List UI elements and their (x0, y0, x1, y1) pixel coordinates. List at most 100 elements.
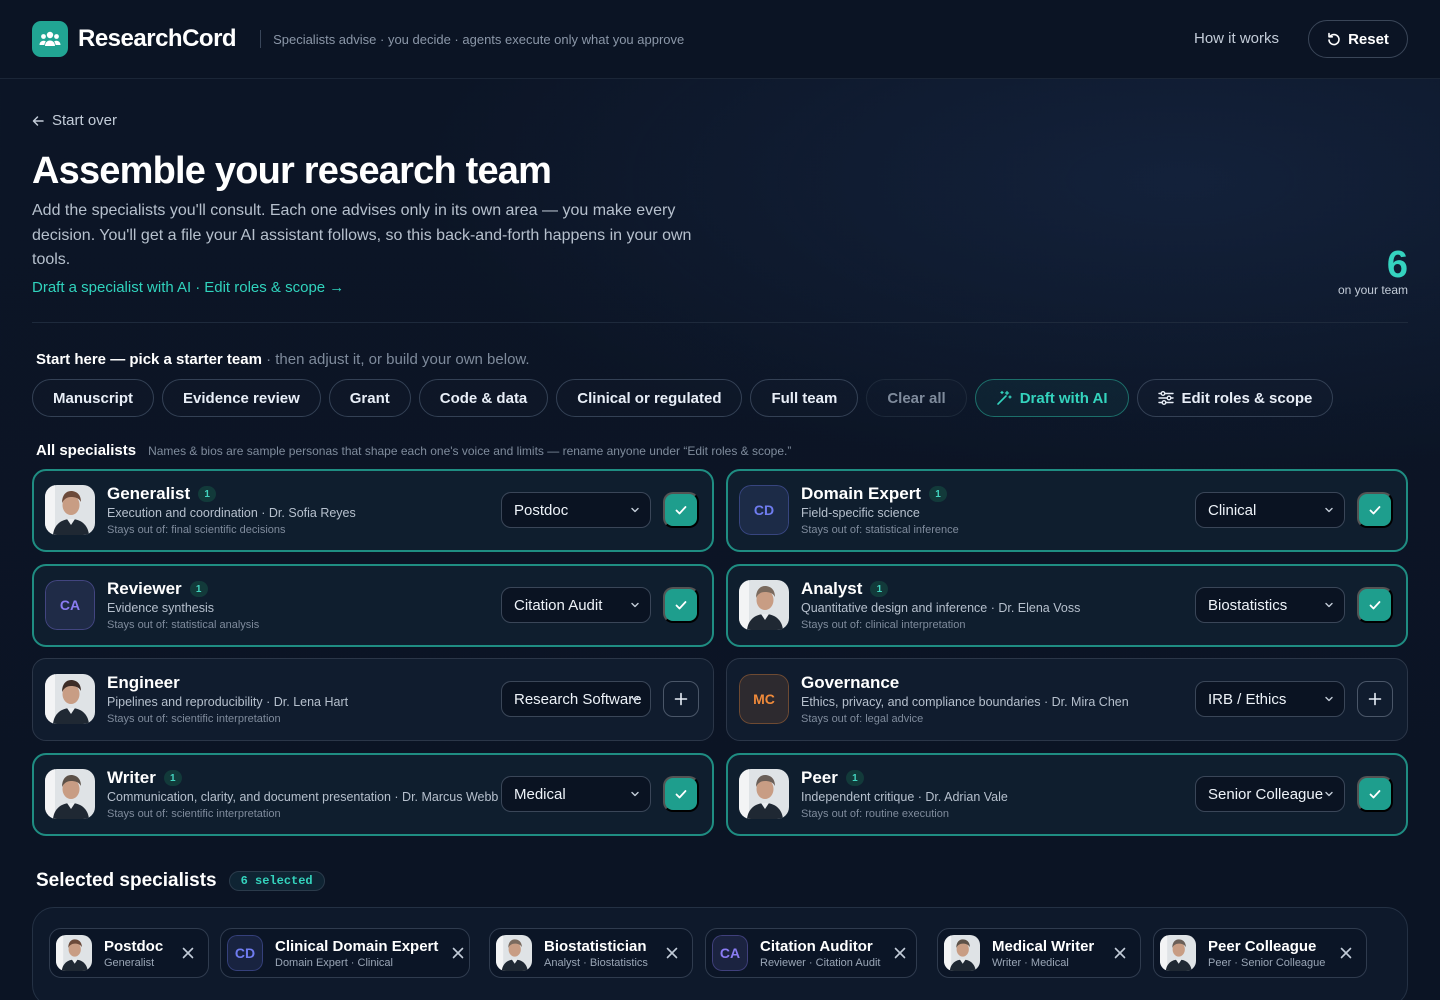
specialist-title: Governance (801, 673, 899, 693)
check-icon (675, 601, 687, 610)
avatar: CA (712, 935, 748, 971)
arrow-left-icon (32, 115, 44, 126)
section-divider (32, 322, 1408, 323)
specialist-role: Reviewer (107, 579, 182, 598)
specialist-card[interactable]: Peer 1 Independent critique · Dr. Adrian V… (726, 753, 1408, 836)
check-icon (1369, 601, 1381, 610)
specialist-title: Generalist 1 (107, 484, 217, 504)
avatar: CA (45, 580, 95, 630)
selected-toggle-button[interactable] (1357, 492, 1393, 528)
variant-select[interactable]: Postdoc (501, 492, 651, 528)
specialist-description: Execution and coordination · Dr. Sofia R… (107, 506, 356, 520)
specialist-description: Ethics, privacy, and compliance boundari… (801, 695, 1129, 709)
specialist-card[interactable]: CA Reviewer 1 Evidence synthesis Stays out o… (32, 564, 714, 647)
sliders-icon (1157, 391, 1174, 405)
specialist-title: Domain Expert 1 (801, 484, 947, 504)
starter-manuscript[interactable]: Manuscript (32, 379, 155, 417)
specialist-description: Quantitative design and inference · Dr. … (801, 601, 1081, 615)
remove-chip-button[interactable] (1326, 947, 1352, 959)
specialist-stays-out: Stays out of: scientific interpretation (107, 808, 281, 820)
starter-code-data[interactable]: Code & data (418, 379, 549, 417)
variant-select[interactable]: IRB / Ethics (1195, 681, 1345, 717)
specialist-role: Domain Expert (801, 484, 921, 503)
logo-people-icon[interactable] (32, 21, 68, 57)
remove-chip-button[interactable] (438, 947, 464, 959)
count-badge: 1 (928, 486, 947, 502)
variant-select[interactable]: Medical (501, 776, 651, 812)
variant-value: Senior Colleague (1208, 785, 1324, 803)
variant-select[interactable]: Citation Audit (501, 587, 651, 623)
close-icon (453, 947, 464, 959)
specialist-card[interactable]: Writer 1 Communication, clarity, and docum… (32, 753, 714, 836)
selected-count-badge: 6 selected (228, 871, 325, 891)
edit-roles-button[interactable]: Edit roles & scope (1136, 379, 1334, 417)
avatar: MC (739, 674, 789, 724)
chip-subtitle: Reviewer · Citation Audit (760, 956, 881, 969)
specialist-stays-out: Stays out of: scientific interpretation (107, 713, 281, 725)
remove-chip-button[interactable] (880, 947, 906, 959)
chevron-down-icon (1325, 696, 1333, 702)
selected-toggle-button[interactable] (663, 776, 699, 812)
specialist-role: Analyst (801, 579, 863, 598)
selected-toggle-button[interactable] (1357, 776, 1393, 812)
add-specialist-button[interactable] (663, 681, 699, 717)
selected-toggle-button[interactable] (663, 492, 699, 528)
specialist-title: Reviewer 1 (107, 579, 208, 599)
check-icon (675, 506, 687, 515)
variant-select[interactable]: Research Software (501, 681, 651, 717)
variant-select[interactable]: Senior Colleague (1195, 776, 1345, 812)
specialist-stays-out: Stays out of: legal advice (801, 713, 924, 725)
start-over-label: Start over (52, 112, 118, 129)
close-icon (1114, 947, 1126, 959)
variant-value: Citation Audit (514, 596, 603, 614)
selected-chip: Biostatistician Analyst · Biostatistics (489, 928, 693, 978)
how-it-works-link[interactable]: How it works (1194, 30, 1279, 47)
starter-grant[interactable]: Grant (328, 379, 411, 417)
variant-value: Biostatistics (1208, 596, 1288, 614)
specialist-card[interactable]: Generalist 1 Execution and coordination · … (32, 469, 714, 552)
chip-subtitle: Writer · Medical (992, 956, 1069, 969)
chevron-down-icon (1325, 602, 1333, 608)
clear-all-button[interactable]: Clear all (866, 379, 967, 417)
selected-toggle-button[interactable] (1357, 587, 1393, 623)
chevron-down-icon (631, 791, 639, 797)
chip-text: Clinical Domain Expert Domain Expert · Cl… (275, 938, 438, 969)
selected-chip: Medical Writer Writer · Medical (937, 928, 1141, 978)
specialist-card[interactable]: Engineer Pipelines and reproducibility · … (32, 658, 714, 741)
brand-name[interactable]: ResearchCord (78, 25, 237, 53)
remove-chip-button[interactable] (1100, 947, 1126, 959)
starter-clinical[interactable]: Clinical or regulated (556, 379, 743, 417)
starter-evidence-review[interactable]: Evidence review (162, 379, 321, 417)
starter-full-team[interactable]: Full team (750, 379, 859, 417)
close-icon (1340, 947, 1352, 959)
avatar (1160, 935, 1196, 971)
tagline: Specialists advise · you decide · agents… (273, 31, 685, 47)
draft-with-ai-button[interactable]: Draft with AI (974, 379, 1129, 417)
variant-select[interactable]: Biostatistics (1195, 587, 1345, 623)
chip-text: Peer Colleague Peer · Senior Colleague (1208, 938, 1325, 969)
variant-value: Medical (514, 785, 566, 803)
remove-chip-button[interactable] (168, 947, 194, 959)
remove-chip-button[interactable] (652, 947, 678, 959)
draft-specialist-link[interactable]: Draft a specialist with AI (32, 279, 191, 296)
chevron-down-icon (631, 602, 639, 608)
add-specialist-button[interactable] (1357, 681, 1393, 717)
chip-subtitle: Peer · Senior Colleague (1208, 956, 1326, 969)
check-icon (675, 790, 687, 799)
variant-select[interactable]: Clinical (1195, 492, 1345, 528)
specialist-card[interactable]: Analyst 1 Quantitative design and inferenc… (726, 564, 1408, 647)
specialist-card[interactable]: CD Domain Expert 1 Field-specific science St… (726, 469, 1408, 552)
avatar (45, 674, 95, 724)
team-count-number: 6 (1386, 244, 1408, 286)
chip-subtitle: Analyst · Biostatistics (544, 956, 648, 969)
selected-chip: CD Clinical Domain Expert Domain Expert · … (220, 928, 470, 978)
edit-roles-link[interactable]: Edit roles & scope → (204, 279, 344, 296)
chip-name: Medical Writer (992, 937, 1095, 955)
selected-toggle-button[interactable] (663, 587, 699, 623)
selected-heading: Selected specialists 6 selected (36, 870, 325, 892)
team-count: 6 on your team (1338, 245, 1408, 297)
avatar (944, 935, 980, 971)
specialist-card[interactable]: MC Governance Ethics, privacy, and complia… (726, 658, 1408, 741)
reset-button[interactable]: Reset (1308, 20, 1408, 58)
start-over-link[interactable]: Start over (32, 112, 117, 129)
